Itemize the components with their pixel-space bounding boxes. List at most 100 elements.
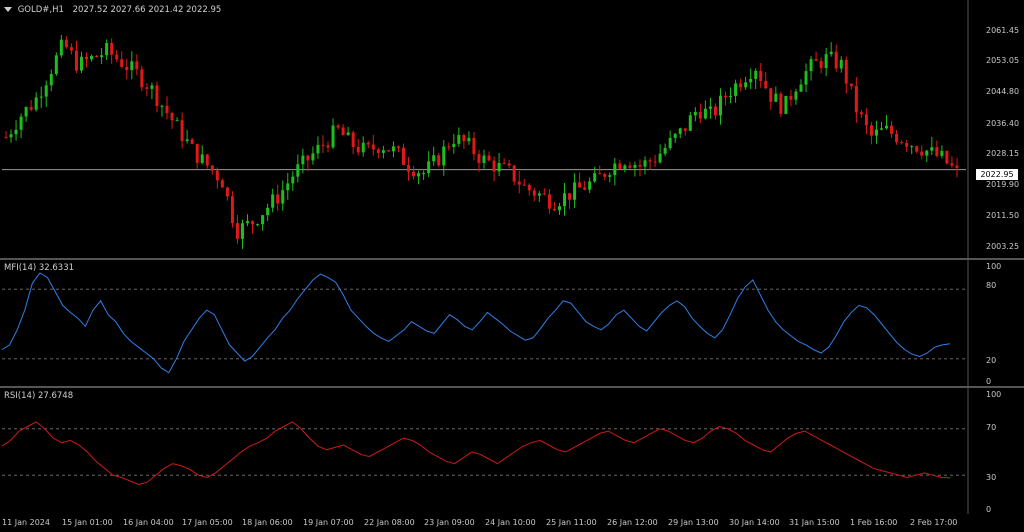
candle: [638, 159, 642, 177]
candle: [271, 188, 275, 213]
candle: [940, 145, 944, 159]
candlestick-chart[interactable]: [0, 0, 1024, 258]
candle: [100, 47, 104, 65]
candle: [110, 38, 114, 64]
candle: [135, 54, 139, 76]
candle: [256, 223, 260, 227]
candle: [452, 133, 456, 154]
candle: [568, 193, 572, 209]
candle: [457, 127, 461, 147]
candle: [759, 63, 763, 88]
rsi-level-0: 0: [986, 505, 992, 514]
candle: [170, 111, 174, 129]
candle: [316, 136, 320, 159]
time-axis-label: 26 Jan 12:00: [607, 518, 658, 527]
rsi-level-30: 30: [986, 473, 997, 482]
mfi-level-20: 20: [986, 356, 997, 365]
price-axis-label: 2028.15: [986, 149, 1020, 158]
candle: [266, 203, 270, 222]
candle: [371, 134, 375, 156]
candle: [844, 56, 848, 94]
candle: [472, 131, 476, 161]
price-axis-label: 2011.50: [986, 211, 1020, 220]
candle: [824, 47, 828, 77]
candle: [900, 140, 904, 145]
time-axis-label: 31 Jan 15:00: [789, 518, 840, 527]
rsi-pane[interactable]: RSI(14) 27.6748 100 70 30 0: [0, 388, 1024, 514]
mfi-14-line: [1, 272, 951, 374]
candle: [69, 43, 73, 55]
candle: [578, 172, 582, 188]
candle: [542, 188, 546, 196]
candle: [628, 161, 632, 169]
price-axis-label: 2019.90: [986, 180, 1020, 189]
candle: [150, 82, 154, 100]
candle: [688, 111, 692, 132]
candle: [608, 172, 612, 183]
mfi-pane[interactable]: MFI(14) 32.6331 100 80 20 0: [0, 260, 1024, 386]
candle: [799, 79, 803, 92]
candle: [205, 153, 209, 169]
rsi-level-100: 100: [986, 390, 1002, 399]
time-axis-label: 15 Jan 01:00: [62, 518, 113, 527]
candle: [744, 76, 748, 90]
candle: [527, 183, 531, 196]
candle: [185, 130, 189, 144]
candle: [427, 151, 431, 178]
rsi-chart[interactable]: [0, 388, 1024, 514]
dropdown-triangle-icon[interactable]: [4, 7, 12, 12]
candle: [522, 178, 526, 186]
candle: [165, 96, 169, 120]
price-pane[interactable]: GOLD#,H1 2027.52 2027.66 2021.42 2022.95…: [0, 0, 1024, 258]
candle: [331, 118, 335, 150]
candle: [492, 156, 496, 182]
ohlc-values: 2027.52 2027.66 2021.42 2022.95: [72, 5, 222, 15]
candle: [381, 145, 385, 159]
candle: [794, 88, 798, 105]
candle: [160, 104, 164, 117]
candle: [39, 86, 43, 108]
candle: [29, 99, 33, 112]
candle: [251, 220, 255, 234]
candle: [683, 128, 687, 136]
candle: [895, 129, 899, 145]
time-axis-label: 23 Jan 09:00: [424, 518, 475, 527]
price-axis-label: 2061.45: [986, 26, 1020, 35]
candle: [648, 157, 652, 170]
candle: [643, 156, 647, 175]
candle: [774, 86, 778, 102]
candle: [859, 110, 863, 118]
candle: [668, 130, 672, 151]
time-axis-label: 11 Jan 2024: [2, 518, 50, 527]
candle: [376, 147, 380, 159]
mfi-chart[interactable]: [0, 260, 1024, 386]
time-axis-label: 29 Jan 13:00: [668, 518, 719, 527]
candle: [125, 58, 129, 80]
mfi-title: MFI(14) 32.6331: [4, 263, 75, 273]
candle: [246, 214, 250, 227]
candle: [658, 144, 662, 164]
candle: [14, 120, 18, 141]
candle: [613, 157, 617, 186]
candle: [437, 152, 441, 167]
candle: [563, 182, 567, 216]
candle: [623, 163, 627, 173]
candle: [834, 44, 838, 72]
candle: [819, 57, 823, 74]
candle: [854, 77, 858, 123]
time-axis-label: 2 Feb 17:00: [910, 518, 958, 527]
candle: [467, 131, 471, 145]
mfi-level-0: 0: [986, 377, 992, 386]
candle: [145, 83, 149, 97]
candle: [215, 167, 219, 189]
candle: [739, 78, 743, 92]
candle: [724, 91, 728, 106]
candle: [693, 107, 697, 122]
candle: [432, 146, 436, 166]
candle: [497, 152, 501, 177]
time-axis-label: 19 Jan 07:00: [303, 518, 354, 527]
candle: [34, 92, 38, 112]
candle: [286, 172, 290, 200]
time-axis-label: 18 Jan 06:00: [242, 518, 293, 527]
candle: [180, 112, 184, 149]
